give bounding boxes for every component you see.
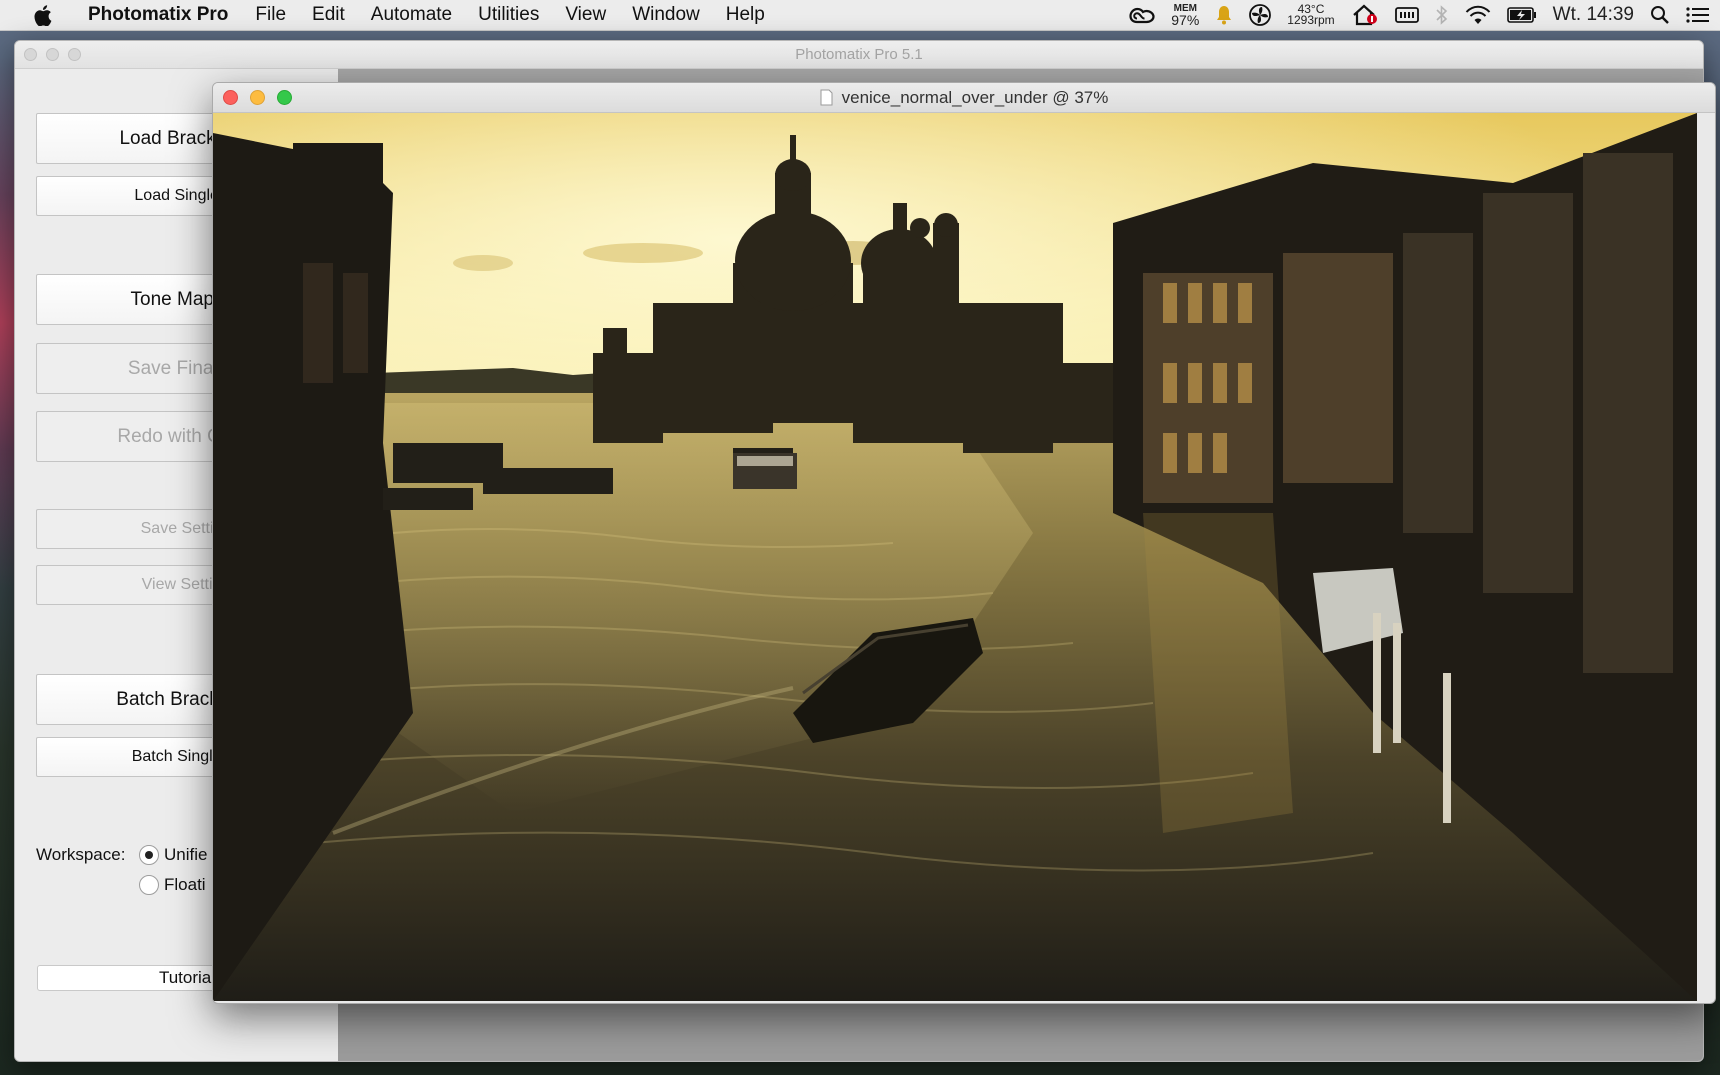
fan-icon[interactable] (1249, 4, 1272, 26)
menu-bar: Photomatix Pro File Edit Automate Utilit… (0, 0, 1720, 31)
radio-label-floating: Floati (164, 875, 206, 894)
radio-circle[interactable] (139, 875, 159, 895)
photo-canvas (213, 113, 1697, 1001)
menu-edit[interactable]: Edit (299, 4, 358, 26)
wifi-icon[interactable] (1465, 5, 1491, 25)
radio-label-unified: Unifie (164, 845, 208, 864)
document-icon (820, 89, 833, 106)
main-zoom-button[interactable] (68, 48, 81, 61)
main-window-titlebar[interactable]: Photomatix Pro 5.1 (15, 41, 1703, 69)
workspace-label: Workspace: (36, 845, 126, 864)
image-zoom-button[interactable] (277, 90, 292, 105)
status-area: MEM 97% 43°C 1293rpm Wt. 14:39 (1121, 0, 1720, 30)
image-close-button[interactable] (223, 90, 238, 105)
main-close-button[interactable] (24, 48, 37, 61)
radio-selected-dot (145, 851, 153, 859)
workspace-radio-unified[interactable]: Unifie (139, 845, 207, 865)
menu-app-name[interactable]: Photomatix Pro (82, 4, 242, 26)
bell-icon[interactable] (1215, 5, 1233, 25)
menu-view[interactable]: View (552, 4, 619, 26)
fan-speed: 1293rpm (1287, 13, 1335, 27)
home-icon[interactable] (1351, 4, 1379, 26)
main-minimize-button[interactable] (46, 48, 59, 61)
main-window-controls (24, 48, 81, 61)
menu-window[interactable]: Window (619, 4, 713, 26)
image-window: venice_normal_over_under @ 37% (212, 82, 1716, 1004)
main-window-title: Photomatix Pro 5.1 (795, 46, 923, 63)
creative-cloud-icon[interactable] (1129, 6, 1155, 24)
image-minimize-button[interactable] (250, 90, 265, 105)
venice-photo[interactable] (213, 113, 1697, 1001)
menu-utilities[interactable]: Utilities (465, 4, 552, 26)
notification-center-icon[interactable] (1686, 6, 1710, 24)
apple-menu-icon[interactable] (26, 4, 60, 26)
mem-value: 97% (1171, 12, 1200, 28)
memory-indicator[interactable]: MEM 97% (1171, 3, 1199, 27)
image-window-titlebar[interactable]: venice_normal_over_under @ 37% (213, 83, 1715, 113)
spotlight-search-icon[interactable] (1650, 5, 1670, 25)
image-window-controls (223, 90, 292, 105)
menu-automate[interactable]: Automate (358, 4, 465, 26)
menubar-clock[interactable]: Wt. 14:39 (1553, 4, 1634, 26)
battery-icon[interactable] (1506, 7, 1537, 23)
menu-file[interactable]: File (242, 4, 299, 26)
keyboard-icon[interactable] (1394, 6, 1419, 24)
radio-circle[interactable] (139, 845, 159, 865)
workspace-radio-floating[interactable]: Floati (139, 875, 206, 895)
menu-help[interactable]: Help (713, 4, 778, 26)
bluetooth-icon[interactable] (1435, 5, 1449, 25)
temperature-indicator[interactable]: 43°C 1293rpm (1287, 3, 1335, 27)
image-window-title: venice_normal_over_under @ 37% (841, 87, 1109, 107)
